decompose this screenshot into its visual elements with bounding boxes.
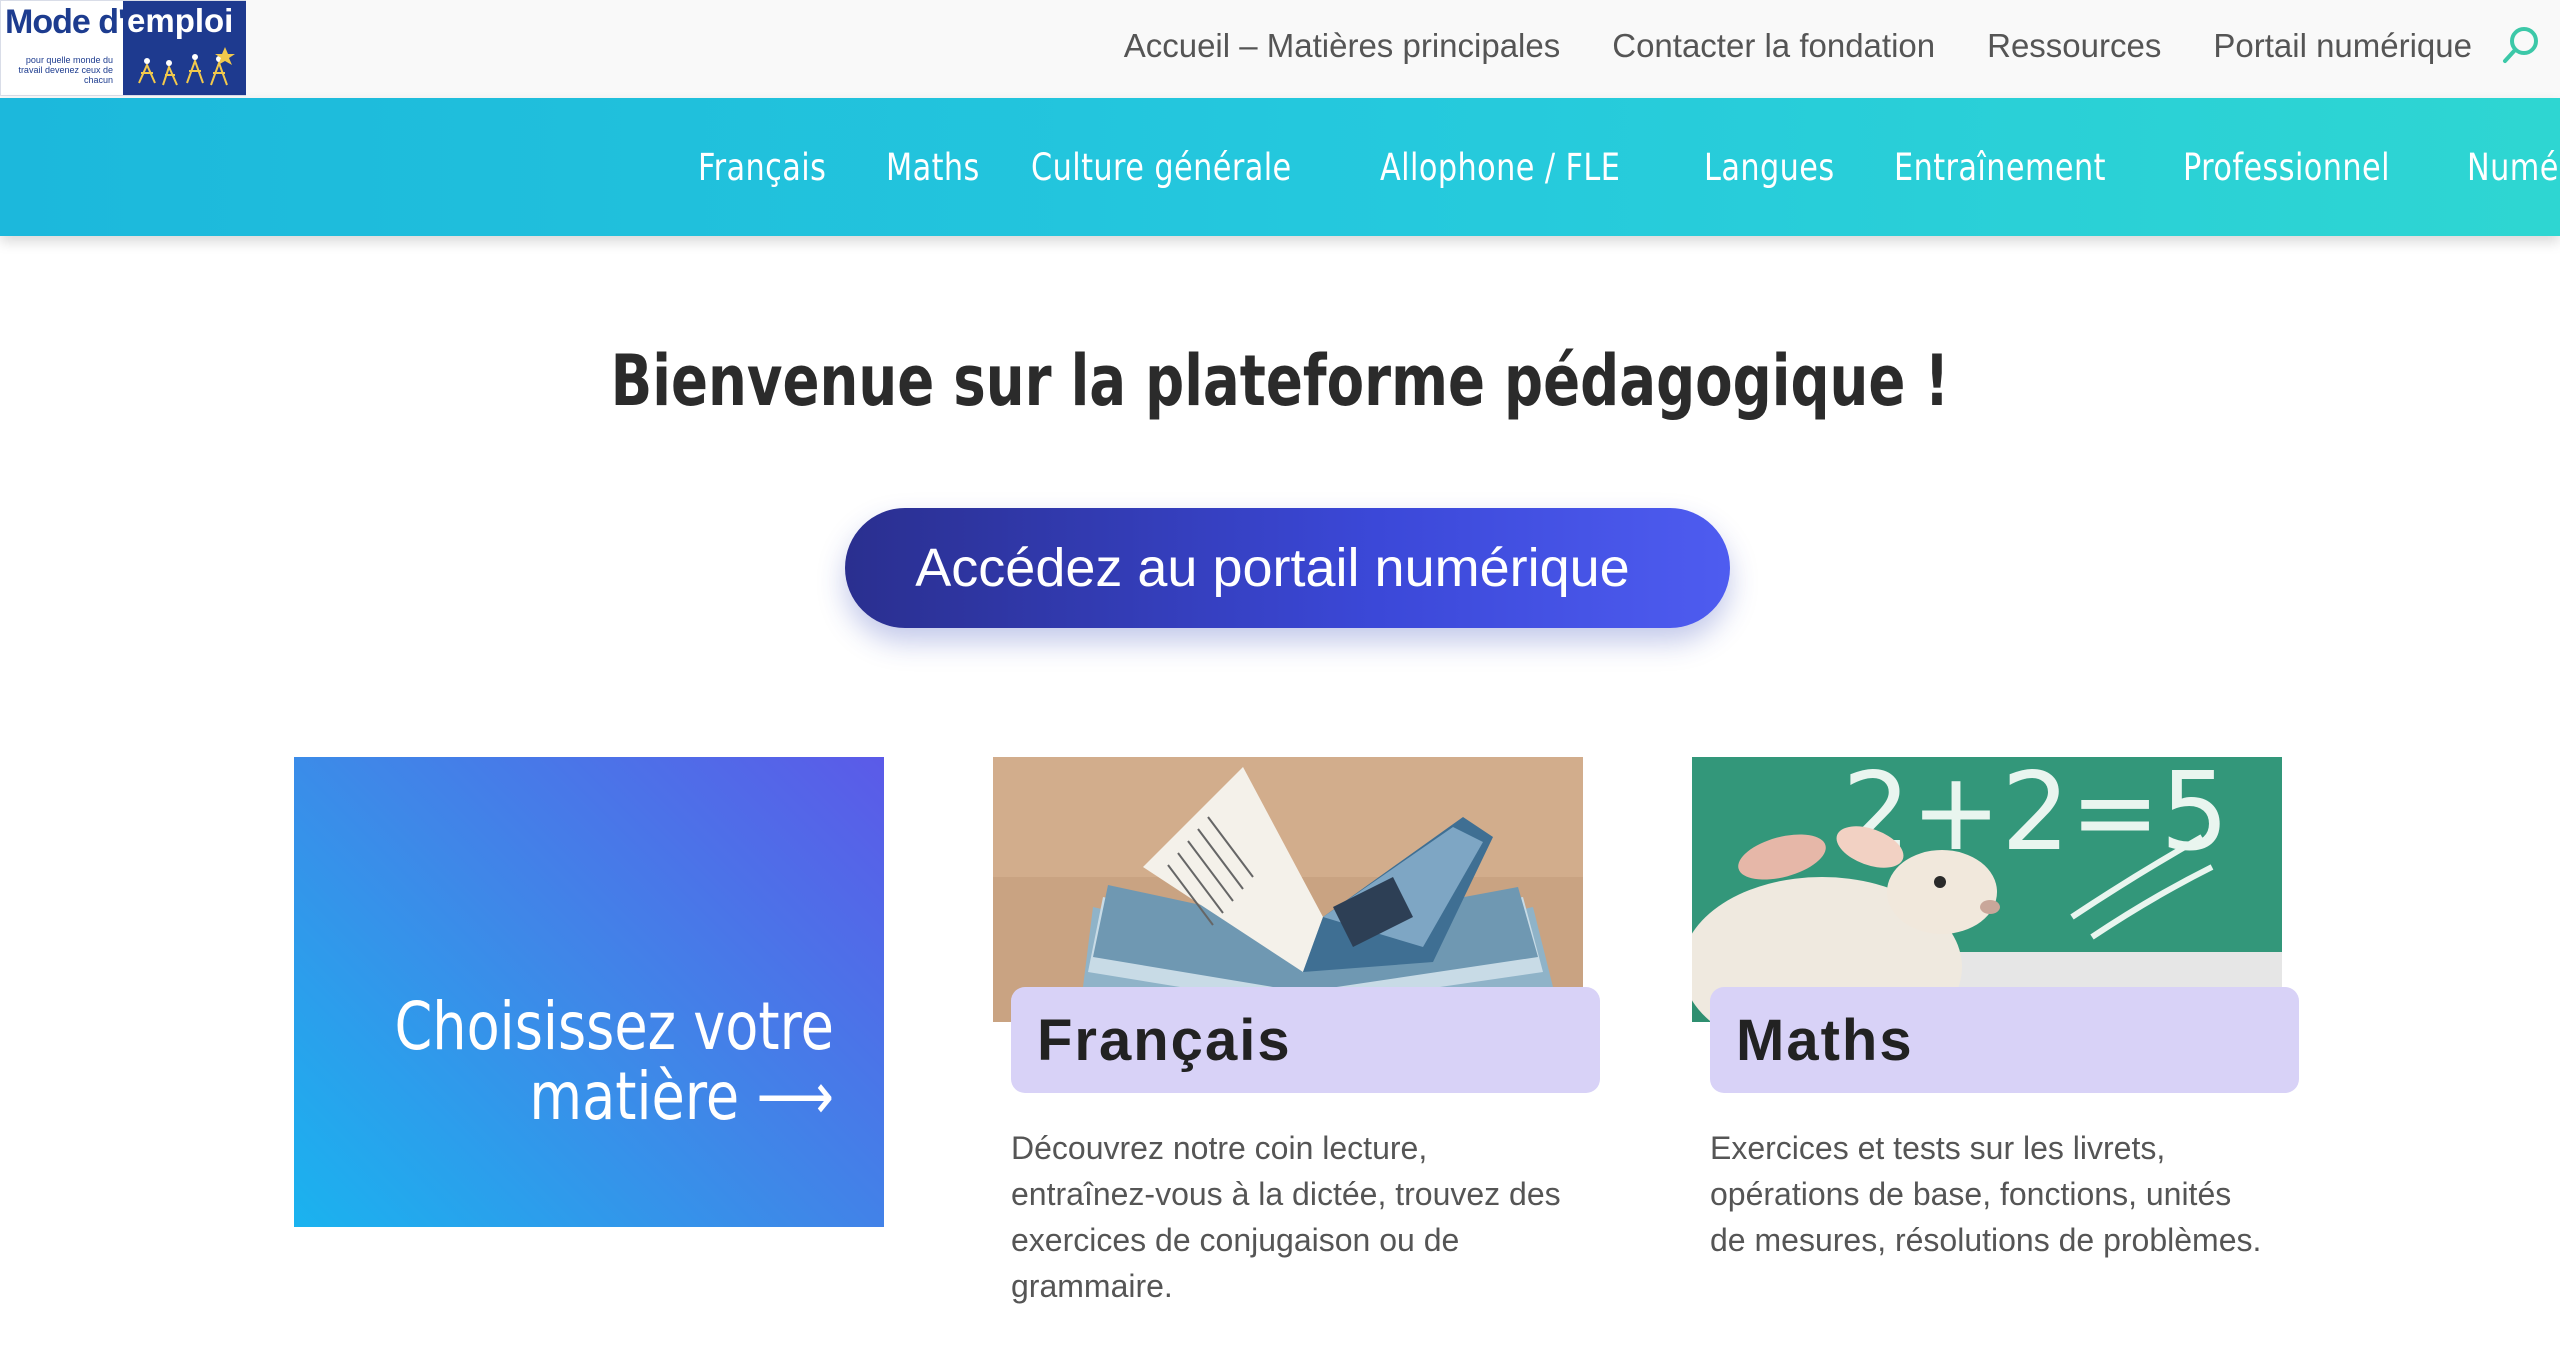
search-icon[interactable] <box>2500 24 2542 66</box>
open-book-image <box>993 757 1583 1022</box>
welcome-heading: Bienvenue sur la plateforme pédagogique … <box>610 340 1950 422</box>
sheep-chalkboard-image: 2+2=5 <box>1692 757 2282 1022</box>
choose-line-2: matière ⟶ <box>529 1058 834 1135</box>
top-nav-accueil[interactable]: Accueil – Matières principales <box>1124 27 1561 65</box>
top-nav-contact[interactable]: Contacter la fondation <box>1612 27 1935 65</box>
nav-numerique[interactable]: Numérique <box>2467 146 2560 189</box>
top-bar: Mode d' emploi pour quelle monde du trav… <box>0 0 2560 98</box>
logo[interactable]: Mode d' emploi pour quelle monde du trav… <box>0 0 246 96</box>
logo-prefix: Mode d' <box>5 3 126 41</box>
portal-cta-button[interactable]: Accédez au portail numérique <box>845 508 1730 628</box>
choose-subject-text: Choisissez votre matière ⟶ <box>395 992 834 1132</box>
card-desc-francais: Découvrez notre coin lecture, entraînez-… <box>1011 1130 1561 1304</box>
nav-culture-generale[interactable]: Culture générale <box>1031 146 1292 189</box>
nav-entrainement[interactable]: Entraînement <box>1894 146 2106 189</box>
logo-tagline: pour quelle monde du travail devenez ceu… <box>18 55 113 85</box>
nav-francais[interactable]: Français <box>698 146 826 189</box>
nav-langues[interactable]: Langues <box>1704 146 1835 189</box>
choose-line-1: Choisissez votre <box>394 988 834 1065</box>
main-nav-items: Français Maths Culture générale Allophon… <box>698 98 2560 236</box>
nav-professionnel[interactable]: Professionnel <box>2183 146 2390 189</box>
card-desc-maths: Exercices et tests sur les livrets, opér… <box>1710 1130 2262 1258</box>
choose-subject-tile[interactable]: Choisissez votre matière ⟶ <box>294 757 884 1227</box>
top-nav-portail[interactable]: Portail numérique <box>2213 27 2472 65</box>
main-nav: Français Maths Culture générale Allophon… <box>0 98 2560 236</box>
nav-allophone-fle[interactable]: Allophone / FLE <box>1380 146 1620 189</box>
nav-maths[interactable]: Maths <box>886 146 980 189</box>
page: Mode d' emploi pour quelle monde du trav… <box>0 0 2560 1346</box>
card-title-francais[interactable]: Français <box>1011 987 1600 1093</box>
top-nav: Accueil – Matières principales Contacter… <box>1124 0 2472 92</box>
logo-word: emploi <box>127 2 234 39</box>
logo-figures-icon <box>138 47 235 86</box>
card-title-maths[interactable]: Maths <box>1710 987 2299 1093</box>
logo-box: emploi <box>123 1 246 95</box>
top-nav-ressources[interactable]: Ressources <box>1987 27 2161 65</box>
